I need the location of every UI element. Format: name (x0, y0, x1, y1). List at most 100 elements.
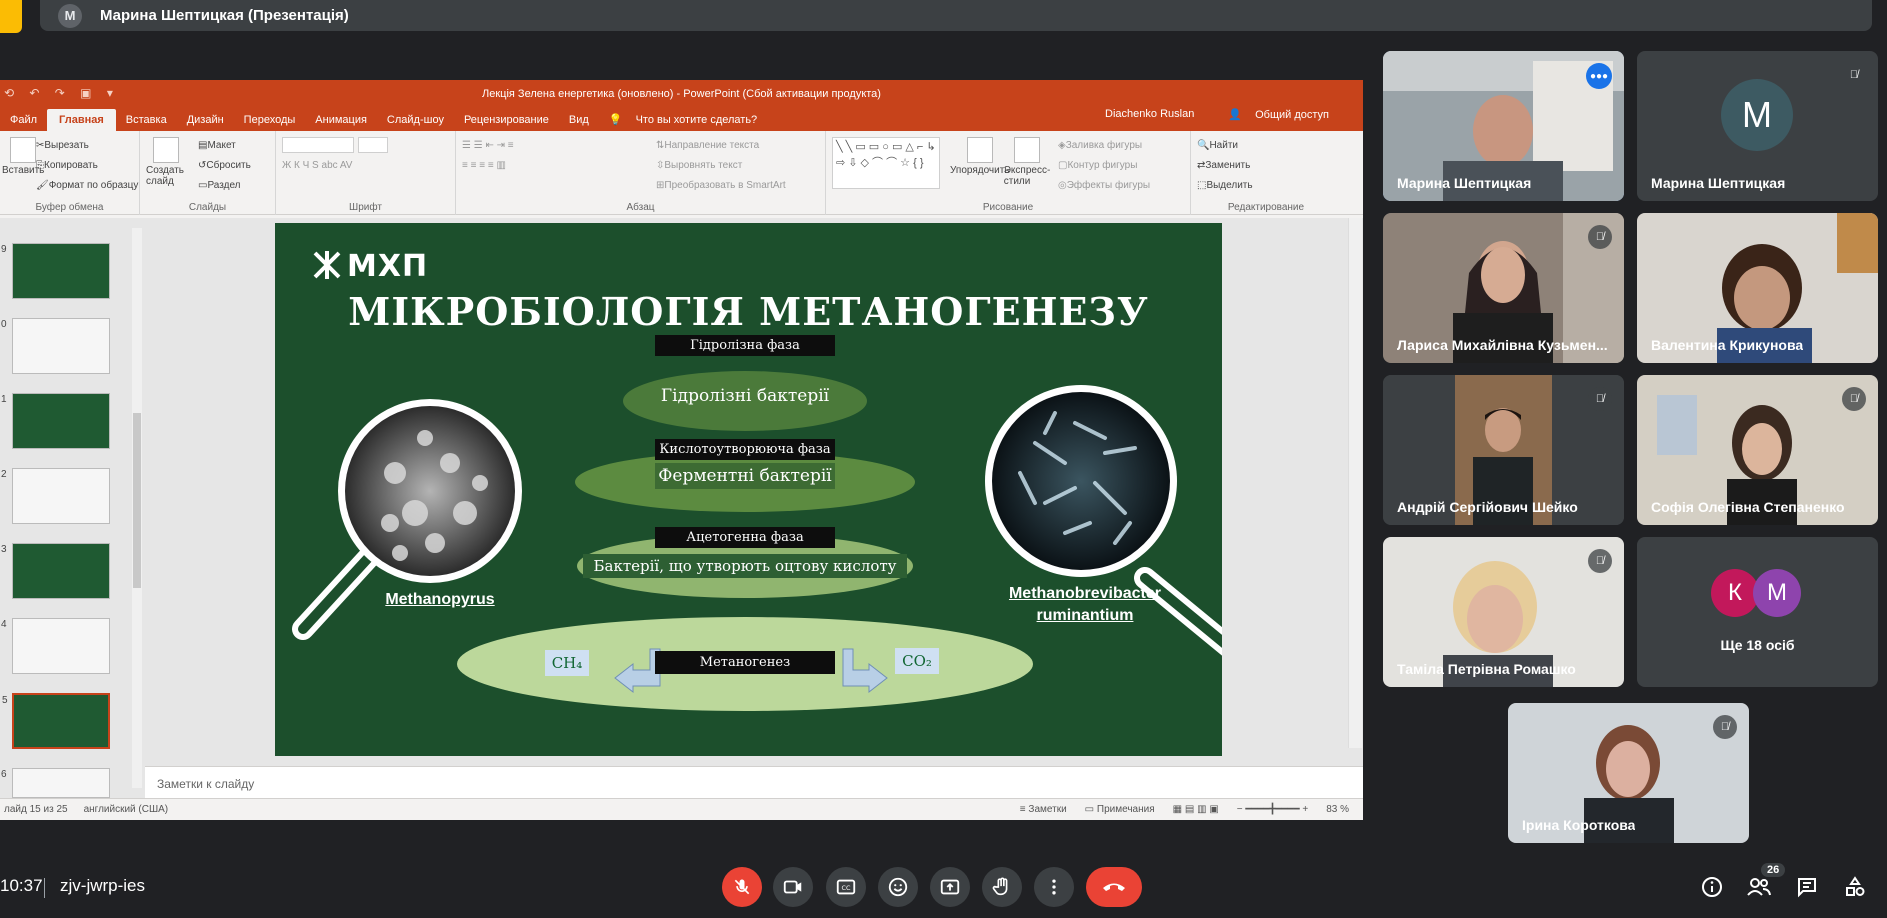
notes-placeholder: Заметки к слайду (157, 777, 255, 791)
participant-name: Марина Шептицкая (1397, 175, 1532, 191)
participant-name: Лариса Михайлівна Кузьмен... (1397, 337, 1608, 353)
ch4-label: CH₄ (545, 650, 589, 676)
present-screen-button[interactable] (930, 867, 970, 907)
text-direction-button[interactable]: ⇅ Направление текста (656, 135, 786, 155)
font-format-buttons[interactable]: Ж К Ч S abc AV (282, 155, 449, 175)
participant-name: Софія Олегівна Степаненко (1651, 499, 1845, 515)
notes-pane[interactable]: Заметки к слайду (145, 766, 1363, 798)
thumbnail[interactable]: 4 (1, 618, 110, 674)
participant-tile[interactable]: 🎙̸ Лариса Михайлівна Кузьмен... (1383, 213, 1624, 363)
tab-insert[interactable]: Вставка (116, 114, 177, 131)
more-avatars: К М (1711, 569, 1801, 617)
more-avatar-1: К (1711, 569, 1759, 617)
thumbnail[interactable]: 9 (1, 243, 110, 299)
svg-text:CC: CC (842, 884, 851, 892)
tab-animation[interactable]: Анимация (305, 114, 377, 131)
chat-button[interactable] (1792, 872, 1822, 902)
notes-toggle-label: Заметки (1028, 804, 1067, 815)
shape-fill-button[interactable]: ◈ Заливка фигуры (1058, 135, 1150, 155)
mic-off-icon: 🎙̸ (1713, 715, 1737, 739)
zoom-slider[interactable]: − ━━━━╋━━━━ + (1237, 804, 1308, 815)
copy-button[interactable]: ⎘ Копировать (36, 155, 138, 175)
thumbnail[interactable]: 1 (1, 393, 110, 449)
reset-button[interactable]: ↺ Сбросить (198, 155, 251, 175)
raise-hand-button[interactable] (982, 867, 1022, 907)
tab-review[interactable]: Рецензирование (454, 114, 559, 131)
participant-tile[interactable]: Валентина Крикунова (1637, 213, 1878, 363)
format-painter-label: Формат по образцу (48, 179, 139, 191)
camera-toggle-button[interactable] (773, 867, 813, 907)
zoom-level[interactable]: 83 % (1326, 804, 1349, 815)
group-drawing-label: Рисование (982, 202, 1034, 213)
participant-tile[interactable]: 🎙̸ Софія Олегівна Степаненко (1637, 375, 1878, 525)
language-indicator[interactable]: английский (США) (84, 804, 169, 815)
tab-file[interactable]: Файл (0, 114, 47, 131)
quick-styles-button[interactable]: Экспресс-стили (1004, 137, 1050, 187)
slide-scrollbar[interactable] (1348, 218, 1362, 748)
leave-call-button[interactable] (1086, 867, 1142, 907)
tab-design[interactable]: Дизайн (177, 114, 234, 131)
participant-tile[interactable]: 🎙̸ Таміла Петрівна Ромашко (1383, 537, 1624, 687)
notes-toggle[interactable]: ≡ Заметки (1020, 804, 1067, 815)
group-font-label: Шрифт (349, 202, 382, 213)
new-slide-button[interactable]: Создать слайд (146, 137, 186, 187)
people-button[interactable] (1744, 872, 1774, 902)
ppt-user[interactable]: Diachenko Ruslan (1095, 108, 1204, 126)
participant-tile[interactable]: 🎙̸ Андрій Сергійович Шейко (1383, 375, 1624, 525)
info-icon (1702, 877, 1722, 897)
thumbnail[interactable]: 0 (1, 318, 110, 374)
select-button[interactable]: ⬚ Выделить (1197, 175, 1335, 195)
quick-access-toolbar[interactable]: ⟲ ↶ ↷ ▣ ▾ (4, 86, 119, 100)
participant-tile[interactable]: ●●● Марина Шептицкая (1383, 51, 1624, 201)
share-button[interactable]: 👤 Общий доступ (1218, 108, 1349, 126)
thumb-number: 9 (1, 244, 7, 255)
group-paragraph: ⇅ Направление текста ⇳ Выровнять текст ⊞… (456, 131, 826, 215)
captions-button[interactable]: CC (826, 867, 866, 907)
slide-logo: МХП (311, 249, 428, 284)
tell-me-box[interactable]: 💡 Что вы хотите сделать? (599, 113, 777, 131)
align-text-button[interactable]: ⇳ Выровнять текст (656, 155, 786, 175)
replace-button[interactable]: ⇄ Заменить (1197, 155, 1335, 175)
shape-effects-button[interactable]: ◎ Эффекты фигуры (1058, 175, 1150, 195)
thumbnail-scrollbar[interactable] (132, 228, 142, 788)
tab-home[interactable]: Главная (47, 109, 116, 131)
participant-tile[interactable]: M 🎙̸ Марина Шептицкая (1637, 51, 1878, 201)
mic-toggle-button[interactable] (722, 867, 762, 907)
hand-icon (992, 877, 1008, 896)
tab-slideshow[interactable]: Слайд-шоу (377, 114, 454, 131)
thumbnail[interactable]: 3 (1, 543, 110, 599)
thumbnail-selected[interactable]: 5 (2, 693, 110, 749)
shapes-gallery[interactable]: ╲ ╲ ▭ ▭ ○ ▭ △ ⌐ ↳ ⇨ ⇩ ◇ ⌒ ⌒ ☆ { } (832, 137, 940, 189)
more-participants-tile[interactable]: К М Ще 18 осіб (1637, 537, 1878, 687)
thumbnail-scroll-thumb[interactable] (133, 413, 141, 588)
font-name-box[interactable] (282, 137, 354, 153)
shape-outline-button[interactable]: ▢ Контур фигуры (1058, 155, 1150, 175)
activities-icon (1846, 876, 1865, 896)
participant-name: Марина Шептицкая (1651, 175, 1786, 191)
layout-label: Макет (207, 139, 236, 151)
thumbnail[interactable]: 2 (1, 468, 110, 524)
activities-button[interactable] (1840, 872, 1870, 902)
thumbnail[interactable]: 6 (1, 768, 110, 798)
warning-indicator[interactable] (0, 0, 22, 33)
tab-view[interactable]: Вид (559, 114, 599, 131)
participant-name: Валентина Крикунова (1651, 337, 1804, 353)
comments-toggle[interactable]: ▭ Примечания (1085, 804, 1155, 815)
emoji-button[interactable] (878, 867, 918, 907)
more-options-button[interactable] (1034, 867, 1074, 907)
participant-tile[interactable]: 🎙̸ Ірина Короткова (1508, 703, 1749, 843)
arrange-button[interactable]: Упорядочить (950, 137, 1010, 176)
find-button[interactable]: 🔍 Найти (1197, 135, 1335, 155)
cut-button[interactable]: ✂ Вырезать (36, 135, 138, 155)
ppt-title-bar: ⟲ ↶ ↷ ▣ ▾ Лекція Зелена енергетика (онов… (0, 80, 1363, 107)
smartart-button[interactable]: ⊞ Преобразовать в SmartArt (656, 175, 786, 195)
layout-button[interactable]: ▤ Макет (198, 135, 251, 155)
view-buttons[interactable]: ▦ ▤ ▥ ▣ (1173, 804, 1219, 815)
format-painter-button[interactable]: 🖌 Формат по образцу (36, 175, 138, 195)
tab-transitions[interactable]: Переходы (234, 114, 306, 131)
font-size-box[interactable] (358, 137, 388, 153)
mic-off-icon: 🎙̸ (1842, 387, 1866, 411)
shape-fill-label: Заливка фигуры (1065, 139, 1143, 151)
section-button[interactable]: ▭ Раздел (198, 175, 251, 195)
meeting-info-button[interactable] (1697, 872, 1727, 902)
